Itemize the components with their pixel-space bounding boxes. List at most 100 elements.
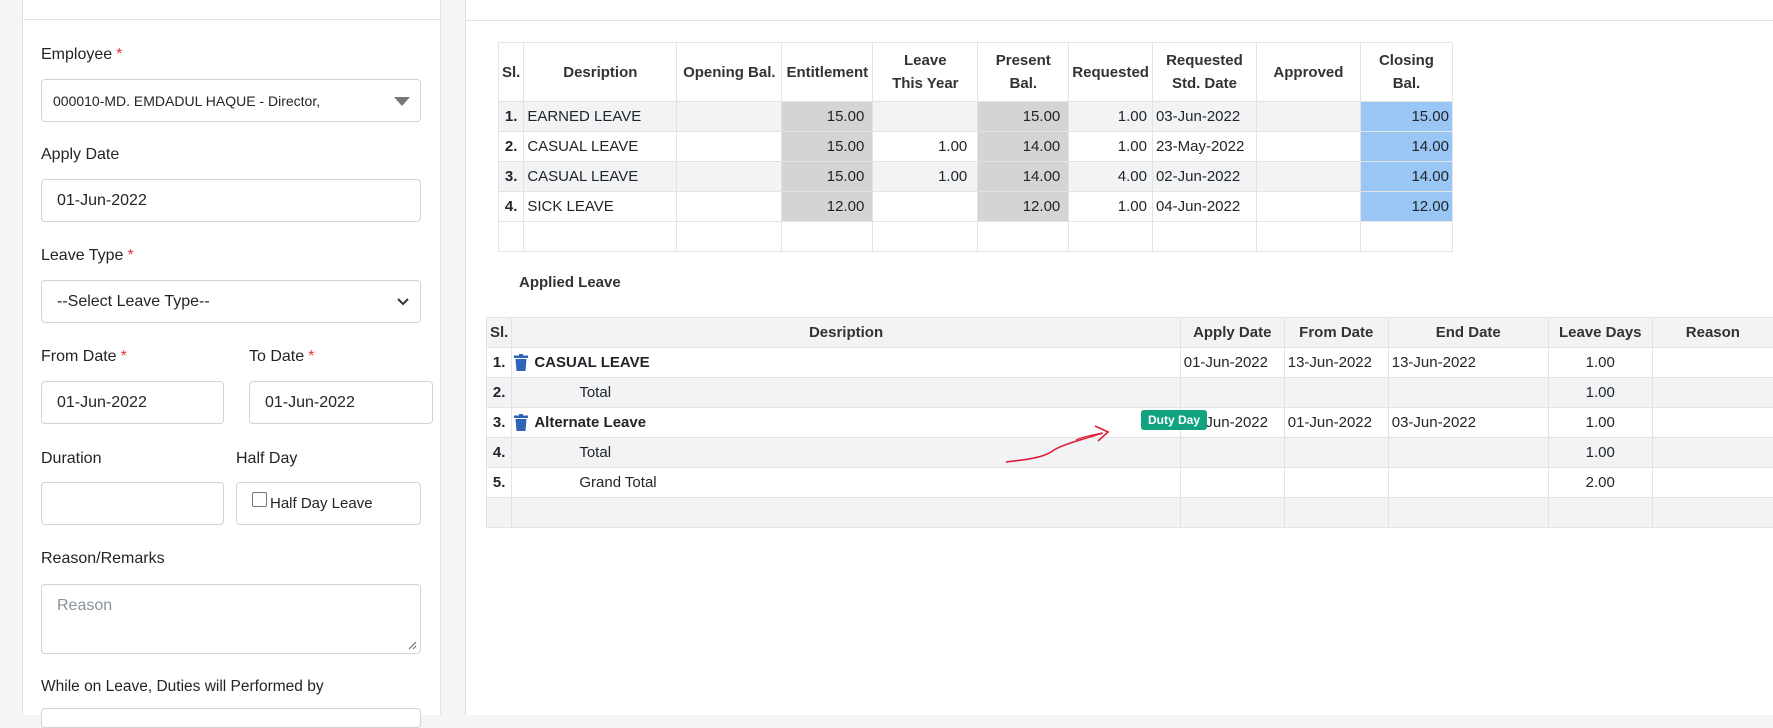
row-approved	[1256, 132, 1360, 162]
row-sl: 4.	[499, 192, 524, 222]
row-sl: 5.	[487, 468, 512, 498]
table-header-row: Sl. Desription Apply Date From Date End …	[487, 318, 1773, 348]
row-std-date: 04-Jun-2022	[1152, 192, 1256, 222]
row-leave-this-year: 1.00	[873, 132, 978, 162]
row-reason	[1652, 408, 1773, 438]
row-closing: 15.00	[1360, 102, 1452, 132]
from-date-value: 01-Jun-2022	[57, 394, 147, 412]
table-header-row: Sl. Desription Opening Bal. Entitlement …	[499, 43, 1453, 102]
row-std-date: 23-May-2022	[1152, 132, 1256, 162]
row-present: 14.00	[978, 132, 1069, 162]
row-leave-days: 1.00	[1548, 408, 1652, 438]
row-end-date: 03-Jun-2022	[1388, 408, 1548, 438]
half-day-checkbox[interactable]	[252, 492, 267, 507]
employee-select[interactable]: 000010-MD. EMDADUL HAQUE - Director,	[41, 79, 421, 122]
table-row: 1. EARNED LEAVE 15.00 15.00 1.00 03-Jun-…	[499, 102, 1453, 132]
leave-type-value: --Select Leave Type--	[57, 293, 210, 311]
table-row: 3. Alternate Leave 01-Jun-2022 01-Jun-20…	[487, 408, 1773, 438]
main-panel: Sl. Desription Opening Bal. Entitlement …	[465, 0, 1773, 715]
table-row: 5. Grand Total 2.00	[487, 468, 1773, 498]
col-entitlement: Entitlement	[782, 43, 873, 102]
row-approved	[1256, 162, 1360, 192]
apply-date-input[interactable]: 01-Jun-2022	[41, 179, 421, 222]
table-row: 4. SICK LEAVE 12.00 12.00 1.00 04-Jun-20…	[499, 192, 1453, 222]
from-date-input[interactable]: 01-Jun-2022	[41, 381, 224, 424]
duties-select[interactable]	[41, 708, 421, 728]
row-sl: 1.	[499, 102, 524, 132]
apply-date-label: Apply Date	[41, 146, 119, 164]
row-from-date	[1284, 438, 1388, 468]
row-reason	[1652, 468, 1773, 498]
row-closing: 14.00	[1360, 132, 1452, 162]
row-end-date: 13-Jun-2022	[1388, 348, 1548, 378]
apply-date-value: 01-Jun-2022	[57, 192, 147, 210]
resize-handle-icon[interactable]	[408, 641, 417, 650]
duration-label: Duration	[41, 450, 101, 468]
col-closing-bal: ClosingBal.	[1360, 43, 1452, 102]
col-present-bal: PresentBal.	[978, 43, 1069, 102]
col-sl: Sl.	[499, 43, 524, 102]
row-present: 15.00	[978, 102, 1069, 132]
row-sl: 4.	[487, 438, 512, 468]
col-requested: Requested	[1069, 43, 1153, 102]
row-requested: 1.00	[1069, 102, 1153, 132]
leave-form-panel: Employee* 000010-MD. EMDADUL HAQUE - Dir…	[22, 0, 441, 715]
to-date-input[interactable]: 01-Jun-2022	[249, 381, 433, 424]
reason-textarea[interactable]: Reason	[41, 584, 421, 654]
row-leave-this-year: 1.00	[873, 162, 978, 192]
reason-label: Reason/Remarks	[41, 550, 165, 568]
chevron-down-icon	[396, 291, 410, 313]
row-leave-days: 2.00	[1548, 468, 1652, 498]
row-opening	[677, 192, 782, 222]
duties-label: While on Leave, Duties will Performed by	[41, 678, 324, 696]
row-reason	[1652, 378, 1773, 408]
applied-leave-table: Sl. Desription Apply Date From Date End …	[486, 317, 1773, 528]
applied-leave-title: Applied Leave	[519, 274, 621, 291]
col-description: Desription	[512, 318, 1180, 348]
row-from-date	[1284, 468, 1388, 498]
row-apply-date: 01-Jun-2022	[1180, 348, 1284, 378]
row-present: 14.00	[978, 162, 1069, 192]
row-approved	[1256, 102, 1360, 132]
row-apply-date	[1180, 378, 1284, 408]
caret-down-icon	[394, 97, 410, 106]
row-sl: 1.	[487, 348, 512, 378]
row-leave-days: 1.00	[1548, 438, 1652, 468]
empty-row	[499, 222, 1453, 252]
duty-day-badge: Duty Day	[1141, 410, 1207, 430]
row-from-date	[1284, 378, 1388, 408]
row-std-date: 03-Jun-2022	[1152, 102, 1256, 132]
duration-input[interactable]	[41, 482, 224, 525]
half-day-field: Half Day Leave	[236, 482, 421, 525]
row-sl: 2.	[499, 132, 524, 162]
row-apply-date	[1180, 468, 1284, 498]
row-apply-date	[1180, 438, 1284, 468]
leave-type-label: Leave Type*	[41, 247, 134, 265]
row-requested: 1.00	[1069, 192, 1153, 222]
row-requested: 4.00	[1069, 162, 1153, 192]
from-date-label: From Date*	[41, 348, 127, 366]
row-opening	[677, 102, 782, 132]
leave-balance-table: Sl. Desription Opening Bal. Entitlement …	[498, 42, 1453, 252]
row-description: CASUAL LEAVE	[531, 348, 1180, 378]
row-end-date	[1388, 468, 1548, 498]
row-opening	[677, 162, 782, 192]
table-row: 2. CASUAL LEAVE 15.00 1.00 14.00 1.00 23…	[499, 132, 1453, 162]
trash-icon[interactable]	[514, 354, 528, 371]
leave-type-select[interactable]: --Select Leave Type--	[41, 280, 421, 323]
row-entitlement: 15.00	[782, 162, 873, 192]
row-requested: 1.00	[1069, 132, 1153, 162]
reason-placeholder: Reason	[57, 597, 112, 615]
trash-icon[interactable]	[514, 414, 528, 431]
delete-cell	[512, 408, 532, 438]
row-entitlement: 12.00	[782, 192, 873, 222]
row-present: 12.00	[978, 192, 1069, 222]
col-sl: Sl.	[487, 318, 512, 348]
row-end-date	[1388, 438, 1548, 468]
row-description: Total	[531, 378, 1180, 408]
employee-value: 000010-MD. EMDADUL HAQUE - Director,	[53, 93, 320, 109]
row-opening	[677, 132, 782, 162]
row-std-date: 02-Jun-2022	[1152, 162, 1256, 192]
employee-label: Employee*	[41, 46, 122, 64]
table-row: 2. Total 1.00	[487, 378, 1773, 408]
